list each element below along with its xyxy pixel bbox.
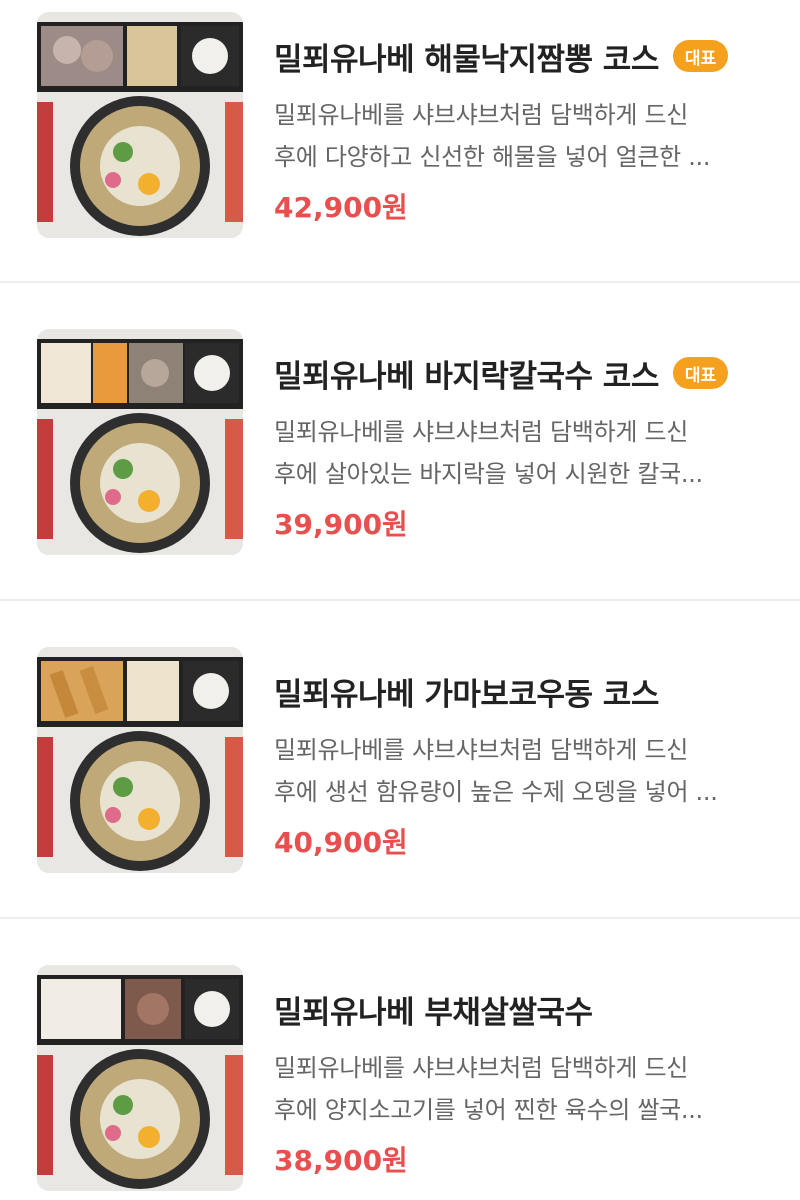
food-photo-icon — [37, 647, 243, 873]
signature-badge: 대표 — [672, 357, 729, 389]
food-photo-icon — [37, 329, 243, 555]
menu-price: 40,900원 — [274, 826, 408, 859]
menu-description: 밀푀유나베를 샤브샤브처럼 담백하게 드신 후에 살아있는 바지락을 넣어 시원… — [274, 411, 764, 495]
menu-item[interactable]: 밀푀유나베 가마보코우동 코스 밀푀유나베를 샤브샤브처럼 담백하게 드신 후에… — [0, 601, 800, 919]
description-line: 후에 생선 함유량이 높은 수제 오뎅을 넣어 ... — [274, 778, 718, 806]
menu-description: 밀푀유나베를 샤브샤브처럼 담백하게 드신 후에 생선 함유량이 높은 수제 오… — [274, 729, 764, 813]
menu-description: 밀푀유나베를 샤브샤브처럼 담백하게 드신 후에 다양하고 신선한 해물을 넣어… — [274, 94, 764, 178]
menu-thumbnail[interactable] — [37, 329, 243, 555]
signature-badge: 대표 — [672, 40, 729, 72]
menu-thumbnail[interactable] — [37, 647, 243, 873]
description-line: 후에 살아있는 바지락을 넣어 시원한 칼국... — [274, 460, 703, 488]
menu-title[interactable]: 밀푀유나베 가마보코우동 코스 — [274, 669, 659, 714]
description-line: 밀푀유나베를 샤브샤브처럼 담백하게 드신 — [274, 1054, 689, 1082]
title-row: 밀푀유나베 바지락칼국수 코스 대표 — [274, 351, 774, 395]
menu-item[interactable]: 밀푀유나베 바지락칼국수 코스 대표 밀푀유나베를 샤브샤브처럼 담백하게 드신… — [0, 283, 800, 601]
title-row: 밀푀유나베 가마보코우동 코스 — [274, 669, 774, 713]
food-photo-icon — [37, 965, 243, 1191]
description-line: 밀푀유나베를 샤브샤브처럼 담백하게 드신 — [274, 418, 689, 446]
description-line: 후에 양지소고기를 넣어 찐한 육수의 쌀국... — [274, 1096, 703, 1124]
menu-price: 39,900원 — [274, 508, 408, 541]
menu-title[interactable]: 밀푀유나베 해물낙지짬뽕 코스 — [274, 34, 659, 79]
menu-description: 밀푀유나베를 샤브샤브처럼 담백하게 드신 후에 양지소고기를 넣어 찐한 육수… — [274, 1047, 764, 1131]
description-line: 후에 다양하고 신선한 해물을 넣어 얼큰한 ... — [274, 143, 711, 171]
food-photo-icon — [37, 12, 243, 238]
description-line: 밀푀유나베를 샤브샤브처럼 담백하게 드신 — [274, 101, 689, 129]
menu-info: 밀푀유나베 바지락칼국수 코스 대표 밀푀유나베를 샤브샤브처럼 담백하게 드신… — [274, 329, 774, 543]
menu-title[interactable]: 밀푀유나베 부채살쌀국수 — [274, 987, 593, 1032]
menu-thumbnail[interactable] — [37, 965, 243, 1191]
menu-title[interactable]: 밀푀유나베 바지락칼국수 코스 — [274, 351, 659, 396]
menu-price: 38,900원 — [274, 1144, 408, 1177]
title-row: 밀푀유나베 해물낙지짬뽕 코스 대표 — [274, 34, 774, 78]
menu-info: 밀푀유나베 해물낙지짬뽕 코스 대표 밀푀유나베를 샤브샤브처럼 담백하게 드신… — [274, 12, 774, 226]
menu-info: 밀푀유나베 부채살쌀국수 밀푀유나베를 샤브샤브처럼 담백하게 드신 후에 양지… — [274, 965, 774, 1179]
menu-item[interactable]: 밀푀유나베 부채살쌀국수 밀푀유나베를 샤브샤브처럼 담백하게 드신 후에 양지… — [0, 919, 800, 1200]
title-row: 밀푀유나베 부채살쌀국수 — [274, 987, 774, 1031]
menu-thumbnail[interactable] — [37, 12, 243, 238]
menu-list: 밀푀유나베 해물낙지짬뽕 코스 대표 밀푀유나베를 샤브샤브처럼 담백하게 드신… — [0, 0, 800, 1200]
menu-price: 42,900원 — [274, 191, 408, 224]
menu-info: 밀푀유나베 가마보코우동 코스 밀푀유나베를 샤브샤브처럼 담백하게 드신 후에… — [274, 647, 774, 861]
description-line: 밀푀유나베를 샤브샤브처럼 담백하게 드신 — [274, 736, 689, 764]
menu-item[interactable]: 밀푀유나베 해물낙지짬뽕 코스 대표 밀푀유나베를 샤브샤브처럼 담백하게 드신… — [0, 0, 800, 283]
